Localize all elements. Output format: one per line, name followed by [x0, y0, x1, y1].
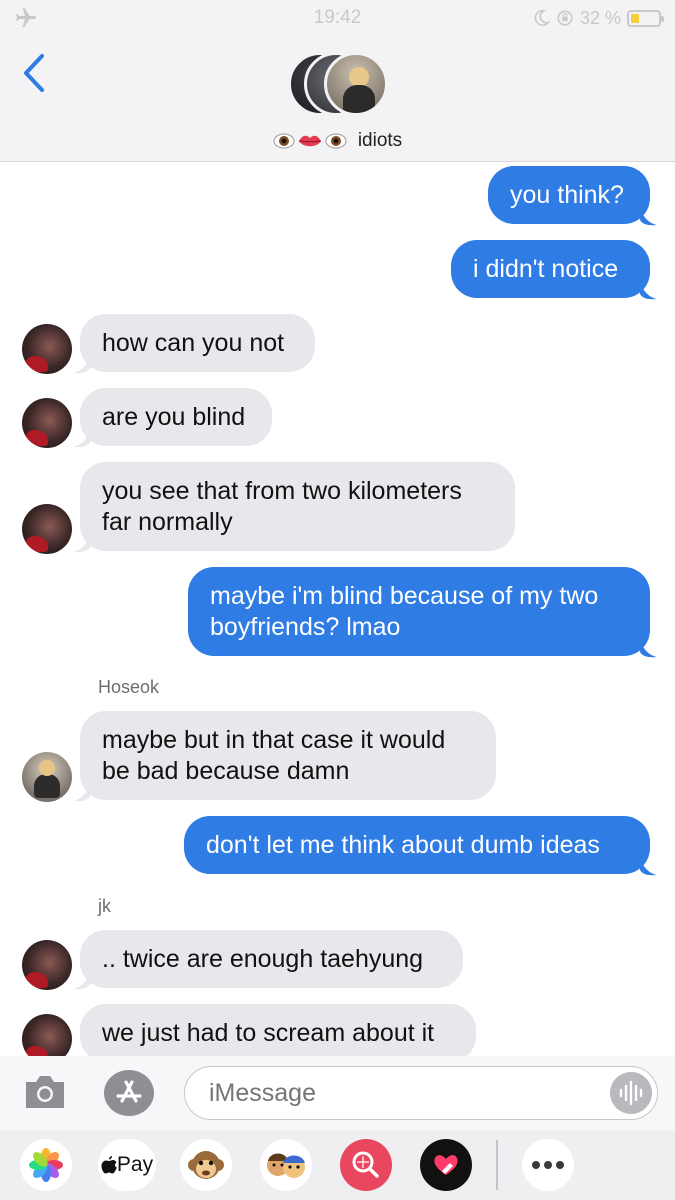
compose-bar — [0, 1056, 675, 1130]
audio-waveform-icon[interactable] — [610, 1072, 652, 1114]
incoming-message-bubble[interactable]: maybe but in that case it would be bad b… — [80, 711, 496, 800]
bubble-tail — [640, 638, 657, 658]
group-avatar-stack[interactable] — [288, 52, 388, 116]
search-images-icon[interactable] — [340, 1139, 392, 1191]
memoji-faces-icon — [267, 1153, 305, 1178]
photos-icon[interactable] — [20, 1139, 72, 1191]
status-right-group: 32 % — [532, 6, 664, 30]
photos-flower-icon — [29, 1148, 63, 1182]
bubble-tail — [73, 533, 90, 553]
group-title[interactable]: idiots — [0, 130, 675, 152]
moon-icon — [534, 9, 550, 26]
battery-level — [631, 13, 639, 23]
group-avatar-3 — [324, 52, 388, 116]
outgoing-message-bubble[interactable]: don't let me think about dumb ideas — [184, 816, 650, 874]
bubble-tail — [640, 206, 657, 226]
app-store-icon[interactable] — [102, 1068, 156, 1118]
back-chevron-icon[interactable] — [18, 52, 52, 94]
battery-percentage: 32 % — [579, 7, 621, 28]
bubble-tail — [73, 428, 90, 448]
incoming-message-bubble[interactable]: .. twice are enough taehyung — [80, 930, 463, 988]
incoming-message-bubble[interactable]: we just had to scream about it — [80, 1004, 476, 1062]
avatar[interactable] — [22, 398, 72, 448]
more-apps-button[interactable] — [522, 1139, 574, 1191]
incoming-message-bubble[interactable]: how can you not — [80, 314, 315, 372]
message-input[interactable] — [184, 1066, 658, 1120]
bubble-tail — [73, 970, 90, 990]
monkey-face-icon — [188, 1151, 224, 1179]
bubble-tail — [73, 782, 90, 802]
images-search-icon — [340, 1139, 392, 1191]
avatar[interactable] — [22, 940, 72, 990]
bubble-tail — [640, 280, 657, 300]
bubble-tail — [73, 354, 90, 374]
eye-emoji-icon — [273, 133, 295, 149]
battery-icon — [627, 9, 664, 27]
battery-nub — [661, 15, 664, 22]
incoming-message-bubble[interactable]: you see that from two kilometers far nor… — [80, 462, 515, 551]
bubble-tail — [640, 856, 657, 876]
incoming-message-bubble[interactable]: are you blind — [80, 388, 272, 446]
animoji-icon[interactable] — [180, 1139, 232, 1191]
avatar[interactable] — [22, 324, 72, 374]
group-name: idiots — [357, 130, 403, 151]
outgoing-message-bubble[interactable]: you think? — [488, 166, 650, 224]
heart-touch-icon — [420, 1139, 472, 1191]
memoji-icon[interactable] — [260, 1139, 312, 1191]
status-bar: 19:42 32 % — [0, 0, 675, 36]
avatar[interactable] — [22, 504, 72, 554]
sender-name: Hoseok — [98, 677, 160, 697]
lips-emoji-icon — [298, 135, 321, 147]
apple-logo-icon — [101, 1156, 117, 1174]
app-drawer: Pay — [0, 1130, 675, 1200]
apple-pay-label: Pay — [116, 1153, 154, 1176]
conversation-header: 19:42 32 % idiots — [0, 0, 675, 162]
digital-touch-icon[interactable] — [420, 1139, 472, 1191]
outgoing-message-bubble[interactable]: maybe i'm blind because of my two boyfri… — [188, 567, 650, 656]
eye-emoji-icon — [325, 133, 347, 149]
more-icon — [532, 1161, 564, 1169]
outgoing-message-bubble[interactable]: i didn't notice — [451, 240, 650, 298]
sender-name: jk — [98, 896, 111, 916]
camera-icon[interactable] — [22, 1072, 68, 1112]
orientation-lock-icon — [557, 10, 573, 26]
apple-pay-button[interactable]: Pay — [98, 1139, 156, 1191]
drawer-divider — [496, 1140, 498, 1190]
avatar[interactable] — [22, 752, 72, 802]
